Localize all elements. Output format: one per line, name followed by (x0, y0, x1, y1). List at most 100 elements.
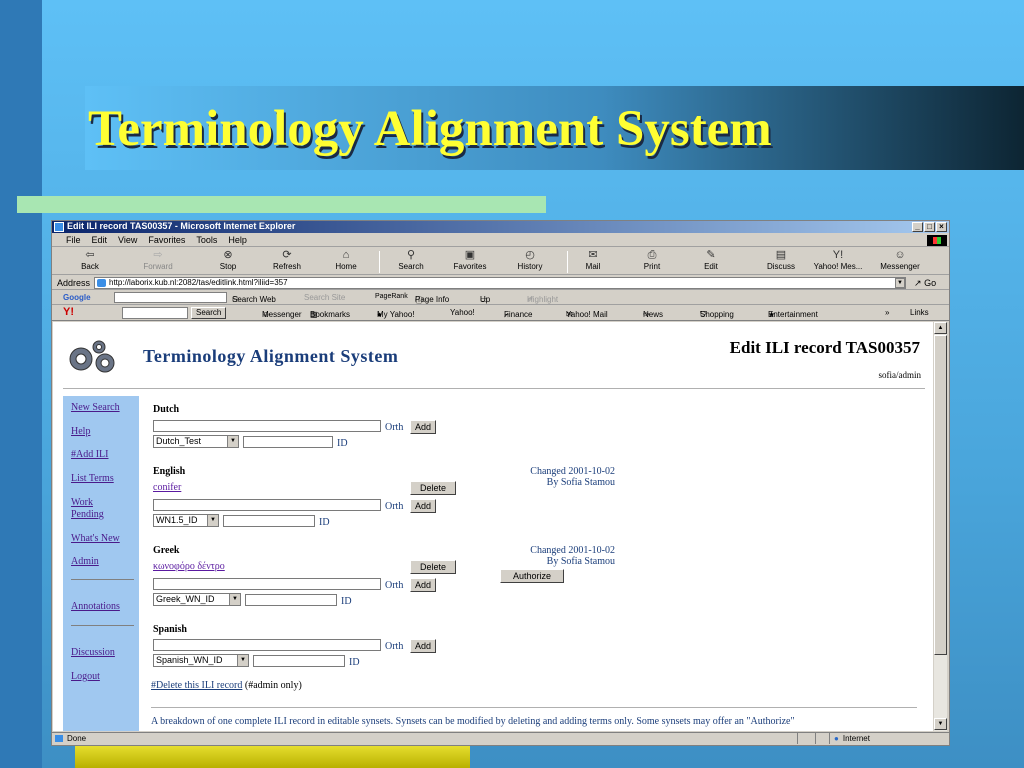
sidebar-list-terms[interactable]: List Terms (71, 473, 114, 485)
yahoo-logo-icon[interactable]: Y! (63, 306, 74, 318)
dutch-orth-label: Orth (385, 422, 404, 433)
sidebar-work-pending[interactable]: Work Pending (71, 497, 121, 521)
yahoo-messenger-button[interactable]: Y! Yahoo! Mes... (812, 248, 864, 271)
history-button[interactable]: ◴ History (504, 248, 556, 271)
english-changed-info: Changed 2001-10-02 By Sofia Stamou (530, 466, 615, 488)
dutch-id-label: ID (337, 438, 348, 449)
delete-ili-link[interactable]: #Delete this ILI record (151, 680, 242, 691)
dutch-add-button[interactable]: Add (410, 420, 437, 434)
greek-authorize-button[interactable]: Authorize (500, 569, 564, 583)
breakdown-description: A breakdown of one complete ILI record i… (151, 716, 795, 727)
sidebar-help[interactable]: Help (71, 426, 90, 438)
greek-orth-input[interactable] (153, 578, 381, 590)
mail-button[interactable]: ✉ Mail (567, 248, 619, 271)
menu-view[interactable]: View (118, 235, 137, 245)
google-search-input[interactable] (114, 292, 227, 303)
english-id-select[interactable]: WN1.5_ID ▼ (153, 514, 219, 527)
menu-edit[interactable]: Edit (92, 235, 108, 245)
sidebar-annotations[interactable]: Annotations (71, 601, 120, 613)
english-id-input[interactable] (223, 515, 315, 527)
refresh-button[interactable]: ⟳ Refresh (261, 248, 313, 271)
spanish-id-select[interactable]: Spanish_WN_ID ▼ (153, 654, 249, 667)
footer-divider (151, 707, 917, 708)
slide-title: Terminology Alignment System (88, 101, 772, 157)
google-search-site-button[interactable]: Search Site (304, 293, 345, 302)
delete-ili-note: (#admin only) (242, 680, 302, 691)
english-orth-input[interactable] (153, 499, 381, 511)
chevron-down-icon: ▼ (229, 594, 240, 605)
favorites-icon: ▣ (464, 249, 476, 261)
toolbar-overflow-chevron-icon[interactable]: » (885, 308, 889, 317)
mail-icon: ✉ (588, 249, 598, 261)
sidebar-admin[interactable]: Admin (71, 556, 99, 568)
spanish-add-button[interactable]: Add (410, 639, 437, 653)
address-bar: Address http://laborix.kub.nl:2082/tas/e… (52, 276, 949, 290)
sidebar-whats-new[interactable]: What's New (71, 533, 120, 545)
print-icon: ⎙ (647, 249, 657, 261)
greek-add-button[interactable]: Add (410, 578, 437, 592)
standard-toolbar: ⇦ Back ⇨ Forward ⊗ Stop ⟳ Refresh ⌂ Home ⚲ Sea… (52, 248, 949, 275)
yahoo-search-input[interactable] (122, 307, 188, 319)
search-button[interactable]: ⚲ Search (385, 248, 437, 271)
links-button[interactable]: Links (910, 308, 929, 317)
greek-orth-label: Orth (385, 580, 404, 591)
ie-page-icon (54, 221, 64, 232)
stop-button[interactable]: ⊗ Stop (202, 248, 254, 271)
vertical-scrollbar[interactable]: ▲ ▼ (934, 322, 947, 731)
menu-tools[interactable]: Tools (196, 235, 217, 245)
google-logo[interactable]: Google (63, 293, 91, 302)
dutch-id-input[interactable] (243, 436, 333, 448)
scroll-up-arrow-icon[interactable]: ▲ (934, 322, 947, 334)
windows-logo-icon (927, 235, 947, 246)
home-button[interactable]: ⌂ Home (320, 248, 372, 271)
greek-id-label: ID (341, 596, 352, 607)
dutch-id-select[interactable]: Dutch_Test ▼ (153, 435, 239, 448)
english-term-link[interactable]: conifer (153, 482, 181, 493)
back-button[interactable]: ⇦ Back (64, 248, 116, 271)
scrollbar-thumb[interactable] (934, 335, 947, 655)
favorites-button[interactable]: ▣ Favorites (444, 248, 496, 271)
forward-button[interactable]: ⇨ Forward (132, 248, 184, 271)
sidebar-new-search[interactable]: New Search (71, 402, 120, 414)
edit-button[interactable]: ✎ Edit (685, 248, 737, 271)
spanish-id-input[interactable] (253, 655, 345, 667)
greek-id-select[interactable]: Greek_WN_ID ▼ (153, 593, 241, 606)
discuss-button[interactable]: ▤ Discuss (755, 248, 807, 271)
print-button[interactable]: ⎙ Print (626, 248, 678, 271)
sidebar-add-ili[interactable]: #Add ILI (71, 449, 109, 461)
menu-file[interactable]: File (66, 235, 81, 245)
menu-help[interactable]: Help (228, 235, 247, 245)
greek-term-link[interactable]: κωνοφόρο δέντρο (153, 561, 225, 572)
greek-id-input[interactable] (245, 594, 337, 606)
greek-changed-info: Changed 2001-10-02 By Sofia Stamou (530, 545, 615, 567)
yahoo-link[interactable]: Yahoo! (450, 308, 475, 317)
sidebar-logout[interactable]: Logout (71, 671, 100, 683)
close-button[interactable]: × (936, 222, 947, 232)
slide-green-bar (17, 196, 546, 213)
go-button[interactable]: ↗ Go (914, 278, 936, 289)
sidebar-discussion[interactable]: Discussion (71, 647, 115, 659)
messenger-icon: ☺ (894, 249, 906, 261)
spanish-orth-input[interactable] (153, 639, 381, 651)
english-add-button[interactable]: Add (410, 499, 437, 513)
english-delete-button[interactable]: Delete (410, 481, 456, 495)
site-title: Terminology Alignment System (143, 346, 399, 366)
menu-favorites[interactable]: Favorites (148, 235, 185, 245)
slide-side-stripe (0, 0, 42, 768)
minimize-button[interactable]: _ (912, 222, 923, 232)
dutch-orth-input[interactable] (153, 420, 381, 432)
url-field[interactable]: http://laborix.kub.nl:2082/tas/editlink.… (94, 277, 906, 289)
window-title: Edit ILI record TAS00357 - Microsoft Int… (67, 221, 296, 231)
greek-delete-button[interactable]: Delete (410, 560, 456, 574)
toolbar-separator (379, 251, 380, 273)
browser-window: Edit ILI record TAS00357 - Microsoft Int… (51, 220, 950, 746)
home-icon: ⌂ (342, 249, 350, 261)
messenger-button[interactable]: ☺ Messenger (874, 248, 926, 271)
yahoo-search-button[interactable]: Search (191, 307, 227, 319)
page-content: Terminology Alignment System Edit ILI re… (53, 322, 933, 731)
url-dropdown-arrow[interactable]: ▼ (895, 278, 905, 288)
section-dutch-heading: Dutch (153, 404, 180, 415)
delete-ili-line: #Delete this ILI record (#admin only) (151, 680, 302, 691)
scroll-down-arrow-icon[interactable]: ▼ (934, 718, 947, 730)
maximize-button[interactable]: □ (924, 222, 935, 232)
